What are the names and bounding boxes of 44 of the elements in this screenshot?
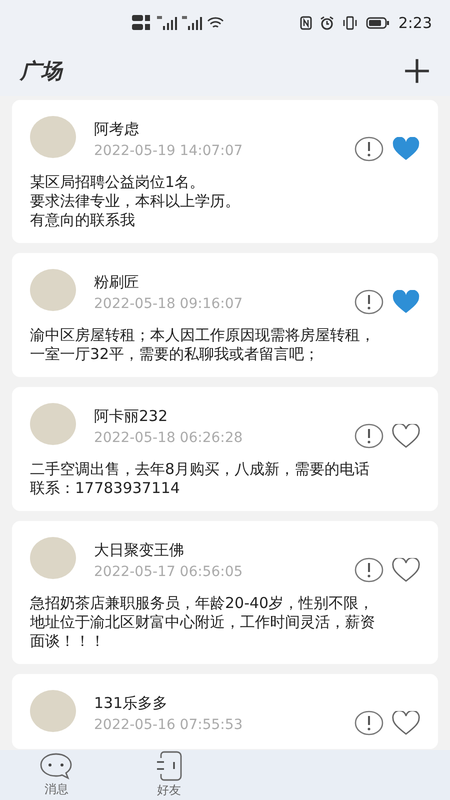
page-title: 广场 (20, 58, 62, 85)
post-time: 2022-05-19 14:07:07 (94, 143, 244, 159)
user-name: 粉刷匠 (94, 272, 140, 292)
chat-bubble-icon (39, 752, 74, 780)
signal-icon (182, 16, 202, 30)
signal-icon (157, 16, 177, 30)
heart-icon[interactable] (392, 711, 420, 735)
user-name: 大日聚变王佛 (94, 540, 185, 560)
post-time: 2022-05-18 06:26:28 (94, 430, 244, 446)
heart-icon[interactable] (392, 558, 420, 582)
battery-icon (366, 17, 390, 29)
friends-icon (154, 751, 183, 781)
nav-tab[interactable]: 好友 (112, 750, 225, 800)
vibrate-icon (342, 16, 358, 30)
post-text-line: 渝中区房屋转租；本人因工作原因现需将房屋转租， (30, 326, 376, 345)
nfc-icon (300, 16, 312, 30)
report-icon[interactable] (354, 136, 384, 162)
alarm-icon (320, 16, 334, 30)
user-name: 阿卡丽232 (94, 406, 169, 426)
post-text-line: 某区局招聘公益岗位1名。 (30, 173, 206, 192)
post-time: 2022-05-18 09:16:07 (94, 296, 244, 312)
user-name: 131乐多多 (94, 693, 169, 713)
post-text-line: 二手空调出售，去年8月购买，八成新，需要的电话 (30, 460, 371, 479)
report-icon[interactable] (354, 289, 384, 315)
post-text-line: 面谈！！！ (30, 632, 106, 651)
heart-icon[interactable] (392, 424, 420, 448)
user-name: 阿考虑 (94, 119, 140, 139)
heart-icon[interactable] (392, 137, 420, 161)
post-time: 2022-05-17 06:56:05 (94, 564, 244, 580)
post-text-line: 一室一厅32平，需要的私聊我或者留言吧； (30, 345, 320, 364)
nav-tab[interactable]: 消息 (0, 750, 112, 800)
post-text-line: 地址位于渝北区财富中心附近，工作时间灵活，薪资 (30, 613, 376, 632)
post-text-line: 有意向的联系我 (30, 211, 136, 230)
post-text-line: 联系：17783937114 (30, 479, 181, 498)
post-text-line: 要求法律专业，本科以上学历。 (30, 192, 241, 211)
wifi-icon (207, 16, 224, 30)
report-icon[interactable] (354, 557, 384, 583)
post-text-line: 急招奶茶店兼职服务员，年龄20-40岁，性别不限， (30, 594, 375, 613)
post-time: 2022-05-16 07:55:53 (94, 717, 244, 733)
status-time: 2:23 (398, 14, 432, 32)
add-icon[interactable] (404, 58, 430, 84)
heart-icon[interactable] (392, 290, 420, 314)
report-icon[interactable] (354, 423, 384, 449)
report-icon[interactable] (354, 710, 384, 736)
